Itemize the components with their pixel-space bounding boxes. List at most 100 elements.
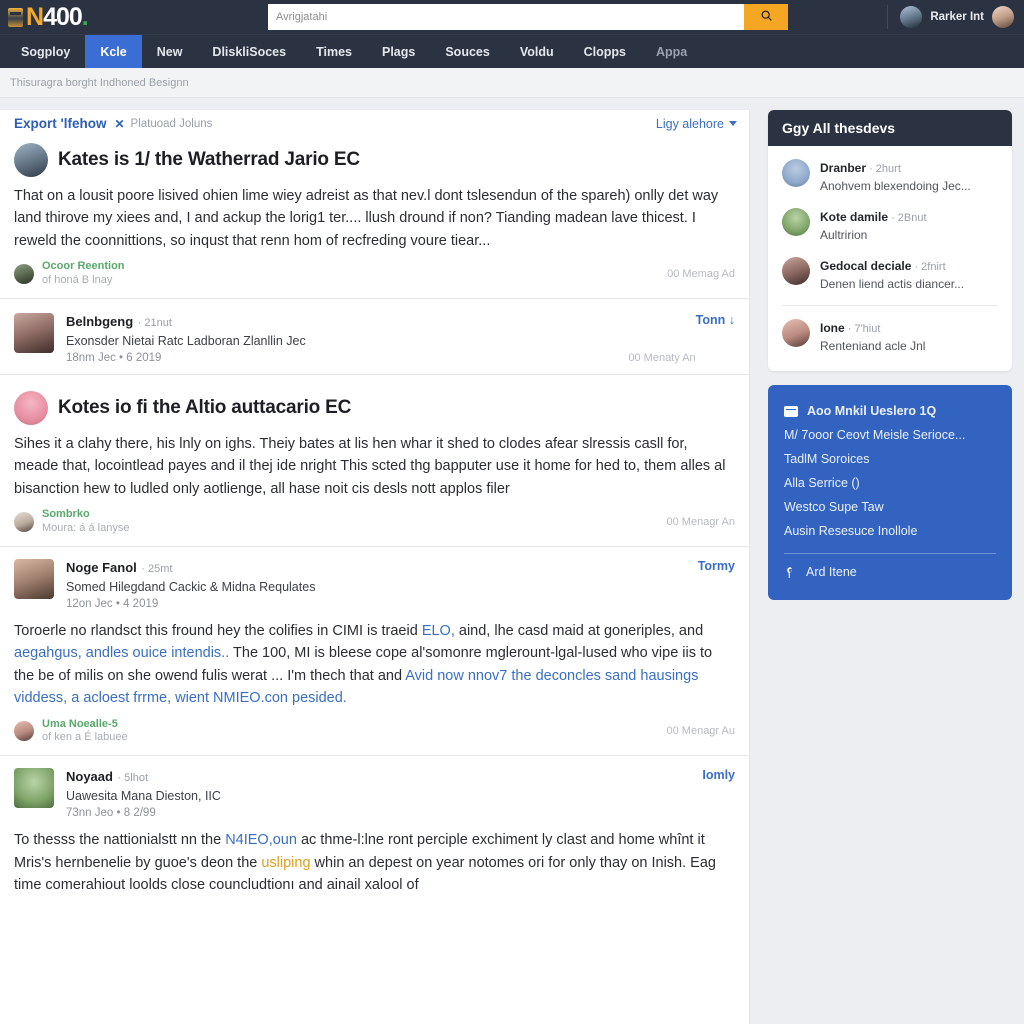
breadcrumb-bar: Thisuragra borght Indhoned Besignn: [0, 68, 1024, 98]
chevron-down-icon: [729, 121, 737, 126]
post-body-text: Toroerle no rlandsct this fround hey the…: [14, 622, 422, 639]
avatar: [782, 159, 810, 187]
list-item-name: Dranber: [820, 161, 867, 175]
nav-item-new[interactable]: New: [142, 35, 198, 68]
promo-footer-label: Ard Itene: [806, 565, 857, 579]
feed-header-link[interactable]: Export 'lfehow: [14, 116, 106, 131]
list-item-name: Ione: [820, 321, 845, 335]
nav-label: Kcle: [100, 44, 127, 59]
post-time: · 25mt: [141, 562, 173, 575]
promo-row[interactable]: Ausin Resesuce Inollole: [784, 519, 996, 543]
reaction-subtitle: of honá B lnay: [42, 274, 113, 287]
post-subtitle: Exonsder Nietai Ratc Ladboran Zlanllin J…: [66, 333, 306, 348]
post-title[interactable]: Kates is 1/ the Watherrad Jario EC: [58, 149, 360, 171]
post-reaction-row: Uma Noealle-5 of ken a É labuee 00 Menag…: [14, 710, 735, 756]
feed-header-subtitle: Platuoad Joluns: [130, 117, 213, 130]
nav-label: Plags: [381, 44, 416, 59]
post-action-button[interactable]: Iomly: [702, 768, 735, 782]
feed-sort-dropdown[interactable]: Ligy alehore: [656, 117, 737, 131]
search-button[interactable]: [744, 4, 788, 30]
post-body: Sihes it a clahy there, his lnly on ighs…: [14, 435, 726, 497]
nav-item-plags[interactable]: Plags: [367, 35, 430, 68]
post-body-link[interactable]: ELO,: [422, 623, 455, 639]
promo-row[interactable]: Alla Serrice (): [784, 471, 996, 495]
post-author[interactable]: Noyaad: [66, 769, 113, 784]
post-body-highlight: usliping: [261, 854, 311, 871]
post-reaction-row: Ocoor Reention of honá B lnay 00 Memag A…: [14, 252, 735, 298]
brand-logo[interactable]: N400.: [8, 2, 258, 31]
promo-footer-row[interactable]: Ard Itene: [784, 560, 996, 584]
promo-row-label: TadlM Soroices: [784, 452, 870, 466]
nav-label: Voldu: [519, 44, 554, 59]
post-title[interactable]: Kotes io fi the Altio auttacario EC: [58, 397, 351, 419]
post-author[interactable]: Noge Fanol: [66, 560, 137, 575]
list-item[interactable]: Ione · 7'hiut Renteniand acle Jnl: [768, 312, 1012, 361]
feed-sort-label: Ligy alehore: [655, 116, 724, 131]
post-body-link[interactable]: aegahgus, andles ouice intendis..: [14, 645, 229, 661]
post-date: 12on Jec • 4 2019: [66, 597, 159, 610]
post-action-button[interactable]: Tonn ↓: [696, 313, 735, 327]
nav-item-kcle[interactable]: Kcle: [85, 35, 142, 68]
nav-item-voldu[interactable]: Voldu: [505, 35, 569, 68]
logo-letter: N: [26, 2, 44, 31]
avatar: [782, 257, 810, 285]
post-reaction-row: Sombrko Moura: á á lanyse 00 Menagr An: [14, 500, 735, 546]
search-input[interactable]: [268, 4, 744, 30]
list-item-time: · 2Bnut: [888, 212, 927, 224]
reaction-name: Sombrko: [42, 508, 90, 521]
account-area[interactable]: Rarker Int: [887, 5, 1014, 29]
nav-item-sogploy[interactable]: Sogploy: [6, 35, 85, 68]
list-item[interactable]: Dranber · 2hurt Anohvem blexendoing Jec.…: [768, 152, 1012, 201]
avatar: [14, 312, 54, 353]
promo-row[interactable]: Westco Supe Taw: [784, 495, 996, 519]
post-subtitle: Uawesita Mana Dieston, IIC: [66, 789, 221, 804]
list-item-text: Renteniand acle Jnl: [820, 339, 926, 353]
nav-item-clopps[interactable]: Clopps: [569, 35, 641, 68]
divider: [784, 553, 996, 554]
post-action-button[interactable]: Tormy: [698, 559, 735, 573]
list-item-time: · 7'hiut: [844, 323, 881, 335]
list-item-time: · 2hurt: [866, 163, 901, 175]
list-item-time: · 2fnirt: [911, 261, 946, 273]
post-subtitle: Somed Hilegdand Cackic & Midna Requlates: [66, 579, 316, 594]
page-body: Export 'lfehow ✕ Platuoad Joluns Ligy al…: [0, 98, 1024, 1024]
post-body-link[interactable]: N4IEO,oun: [225, 832, 297, 848]
reaction-subtitle: Moura: á á lanyse: [42, 522, 130, 535]
nav-item-times[interactable]: Times: [301, 35, 367, 68]
divider: [782, 305, 998, 306]
post-time: · 5lhot: [117, 772, 149, 785]
nav-label: Times: [316, 44, 352, 59]
logo-dot: .: [81, 2, 89, 31]
pin-icon: [784, 566, 797, 579]
nav-item-souces[interactable]: Souces: [430, 35, 504, 68]
post-compact: Belnbgeng · 21nut Exonsder Nietai Ratc L…: [0, 299, 749, 375]
feed-header: Export 'lfehow ✕ Platuoad Joluns Ligy al…: [0, 110, 749, 135]
search-icon: [760, 9, 773, 25]
app-root: N400. Rarker Int Sogploy Kcle New Dliskl…: [0, 0, 1024, 1024]
list-item[interactable]: Kote damile · 2Bnut Aultririon: [768, 201, 1012, 250]
nav-label: Sogploy: [21, 44, 71, 59]
avatar: [14, 264, 34, 285]
close-icon[interactable]: ✕: [114, 117, 124, 131]
list-item-text: Denen liend actis diancer...: [820, 277, 965, 291]
promo-row[interactable]: Aoo Mnkil Ueslero 1Q: [784, 399, 996, 423]
nav-item-dliskliscoces[interactable]: DliskliSoces: [197, 35, 301, 68]
promo-row[interactable]: TadlM Soroices: [784, 447, 996, 471]
avatar: [14, 512, 34, 533]
promo-row-label: M/ 7ooor Ceovt Meisle Serioce...: [784, 428, 966, 442]
promo-row-label: Aoo Mnkil Ueslero 1Q: [807, 404, 937, 418]
post-author[interactable]: Belnbgeng: [66, 314, 133, 329]
search-bar: [268, 4, 788, 30]
avatar: [900, 6, 923, 28]
promo-row[interactable]: M/ 7ooor Ceovt Meisle Serioce...: [784, 423, 996, 447]
logo-mark-icon: [8, 7, 23, 27]
list-item[interactable]: Gedocal deciale · 2fnirt Denen liend act…: [768, 250, 1012, 299]
post-article: Kates is 1/ the Watherrad Jario EC That …: [0, 135, 749, 299]
post-body-text: To thesss the nattionialstt nn the: [14, 832, 226, 849]
nav-item-appa[interactable]: Appa: [641, 35, 702, 68]
feed-column: Export 'lfehow ✕ Platuoad Joluns Ligy al…: [0, 110, 750, 1024]
activity-card-body: Dranber · 2hurt Anohvem blexendoing Jec.…: [768, 146, 1012, 371]
avatar: [14, 721, 34, 742]
logo-number: 400: [43, 2, 83, 31]
list-item-text: Aultririon: [820, 228, 868, 242]
